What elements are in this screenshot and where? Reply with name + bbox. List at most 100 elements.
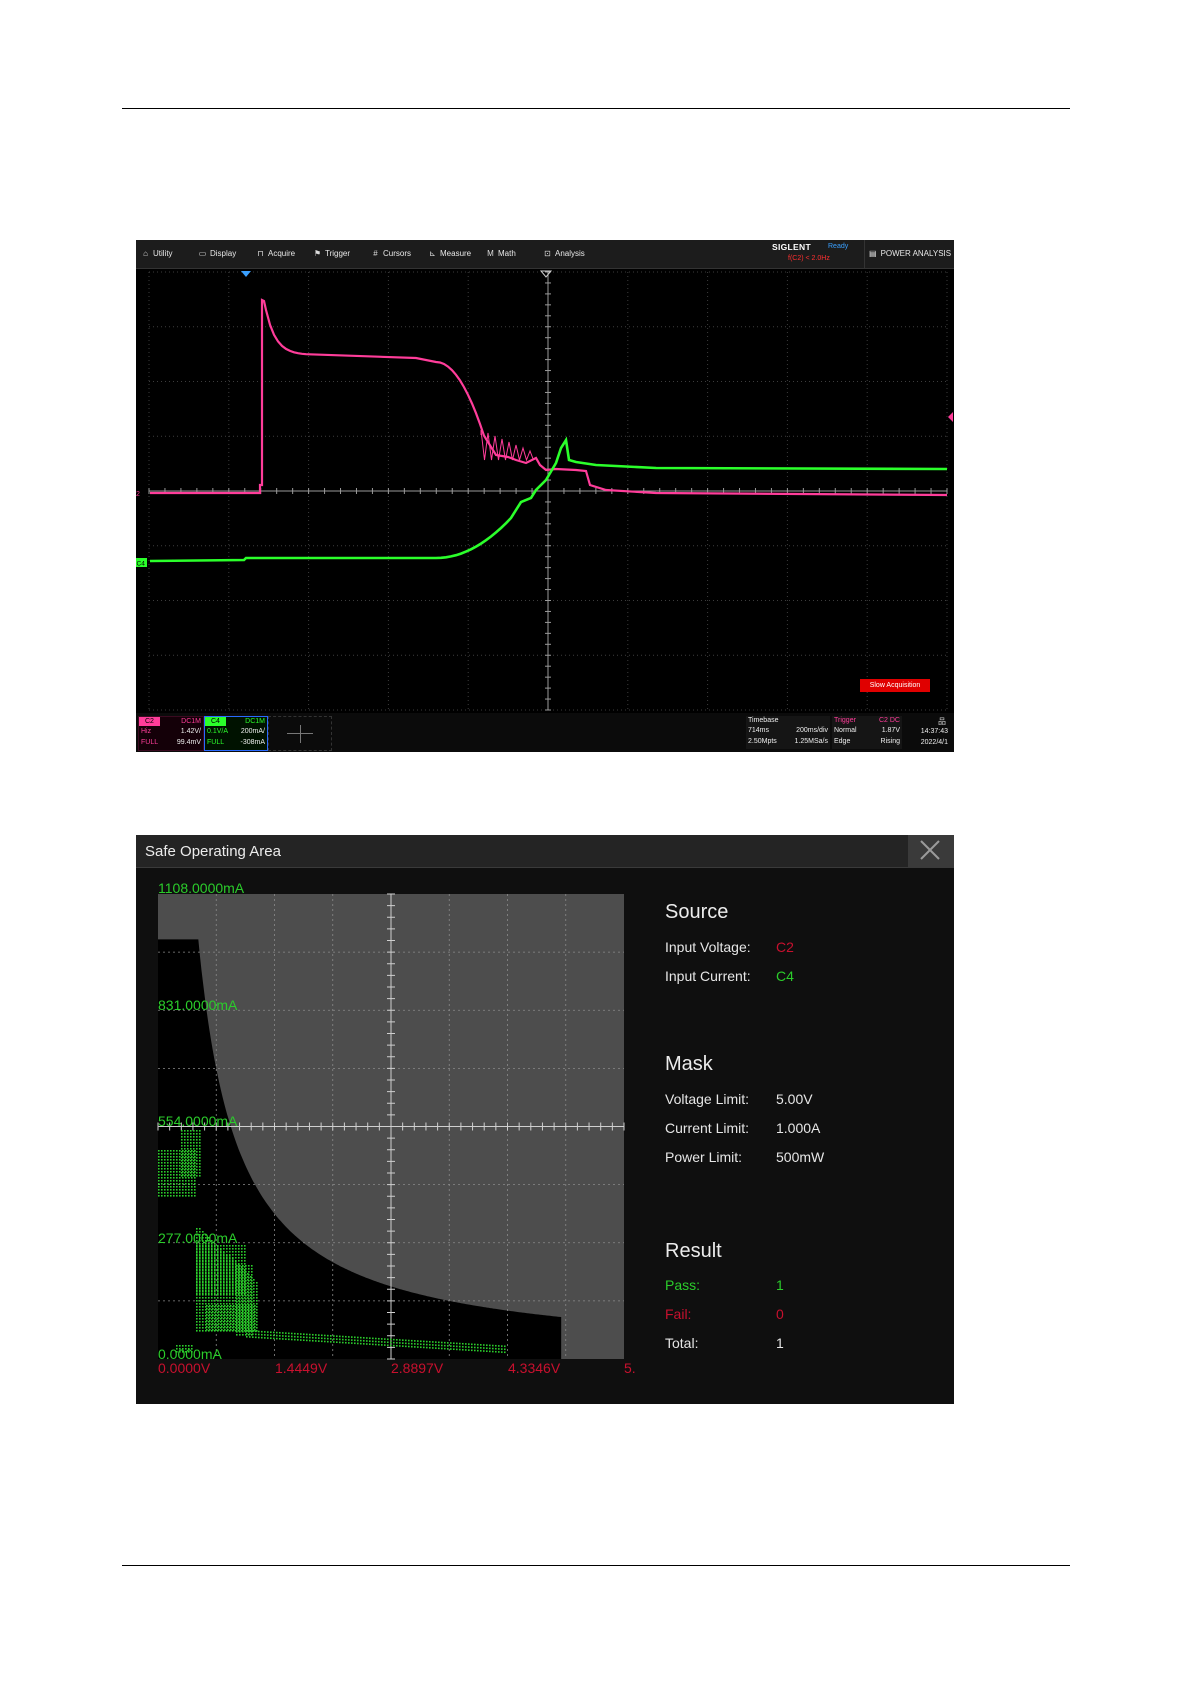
soa-trajectory-point bbox=[220, 1282, 222, 1284]
soa-trajectory-point bbox=[399, 1345, 401, 1347]
soa-trajectory-point bbox=[226, 1306, 228, 1308]
soa-trajectory-point bbox=[411, 1342, 413, 1345]
soa-trajectory-point bbox=[244, 1270, 246, 1272]
soa-trajectory-point bbox=[161, 1168, 163, 1170]
soa-trajectory-point bbox=[196, 1157, 198, 1159]
menu-acquire[interactable]: ⊓ Acquire bbox=[256, 240, 295, 268]
soa-trajectory-point bbox=[229, 1264, 231, 1266]
soa-trajectory-point bbox=[492, 1350, 494, 1353]
soa-trajectory-point bbox=[202, 1282, 204, 1284]
soa-trajectory-point bbox=[256, 1315, 258, 1317]
menu-label: Acquire bbox=[268, 249, 296, 258]
soa-trajectory-point bbox=[351, 1339, 353, 1341]
soa-trajectory-point bbox=[315, 1334, 317, 1336]
soa-trajectory-point bbox=[214, 1315, 216, 1317]
soa-trajectory-point bbox=[393, 1338, 395, 1341]
menu-math[interactable]: M Math bbox=[486, 240, 516, 268]
soa-trajectory-point bbox=[176, 1162, 178, 1164]
soa-trajectory-point bbox=[205, 1267, 207, 1269]
menu-utility[interactable]: ⌂ Utility bbox=[141, 240, 172, 268]
soa-trajectory-point bbox=[199, 1303, 201, 1305]
soa-trajectory-point bbox=[232, 1303, 234, 1305]
timebase-info[interactable]: Timebase 714ms 200ms/div 2.50Mpts 1.25MSa/… bbox=[746, 716, 830, 749]
soa-trajectory-point bbox=[232, 1312, 234, 1314]
soa-trajectory-point bbox=[402, 1345, 404, 1347]
menu-measure[interactable]: ⊾ Measure bbox=[428, 240, 471, 268]
soa-trajectory-point bbox=[170, 1180, 172, 1182]
soa-trajectory-point bbox=[217, 1291, 219, 1293]
soa-trajectory-point bbox=[196, 1300, 198, 1302]
soa-trajectory-point bbox=[208, 1291, 210, 1293]
soa-trajectory-point bbox=[294, 1338, 296, 1341]
soa-trajectory-point bbox=[181, 1151, 183, 1153]
soa-trajectory-point bbox=[235, 1270, 237, 1272]
soa-trajectory-point bbox=[229, 1255, 231, 1257]
soa-trajectory-point bbox=[158, 1183, 160, 1185]
soa-trajectory-point bbox=[232, 1282, 234, 1284]
soa-trajectory-point bbox=[173, 1165, 175, 1167]
soa-trajectory-point bbox=[372, 1343, 374, 1346]
menu-display[interactable]: ▭ Display bbox=[198, 240, 237, 268]
power-analysis-button[interactable]: ▤ POWER ANALYSIS bbox=[864, 240, 951, 268]
soa-trajectory-point bbox=[232, 1251, 234, 1253]
soa-trajectory-point bbox=[241, 1297, 243, 1299]
ch2-offset-marker: 2 bbox=[136, 491, 140, 498]
soa-trajectory-point bbox=[232, 1267, 234, 1269]
trigger-info[interactable]: Trigger C2 DC Normal 1.87V Edge Rising bbox=[832, 716, 902, 749]
soa-trajectory-point bbox=[196, 1169, 198, 1171]
soa-trajectory-point bbox=[238, 1254, 240, 1256]
soa-trajectory-point bbox=[220, 1285, 222, 1287]
soa-trajectory-point bbox=[220, 1279, 222, 1281]
soa-trajectory-point bbox=[253, 1294, 255, 1296]
soa-trajectory-point bbox=[199, 1318, 201, 1320]
soa-trajectory-point bbox=[188, 1180, 190, 1182]
soa-trajectory-point bbox=[245, 1265, 247, 1267]
plus-icon-vertical bbox=[300, 725, 301, 743]
soa-trajectory-point bbox=[495, 1344, 497, 1347]
ch4-info[interactable]: C4 DC1M 0.1V/A 200mA/ FULL -308mA bbox=[204, 716, 268, 751]
soa-trajectory-point bbox=[211, 1267, 213, 1269]
soa-trajectory-point bbox=[264, 1331, 266, 1333]
soa-trajectory-point bbox=[214, 1249, 216, 1251]
soa-trajectory-point bbox=[205, 1270, 207, 1272]
soa-trajectory-point bbox=[199, 1169, 201, 1171]
add-channel-button[interactable] bbox=[268, 716, 332, 751]
soa-trajectory-point bbox=[196, 1142, 198, 1144]
soa-trajectory-point bbox=[161, 1174, 163, 1176]
ch4-offset-marker: C4 bbox=[137, 561, 146, 568]
soa-trajectory-point bbox=[420, 1343, 422, 1346]
soa-trajectory-point bbox=[241, 1330, 243, 1332]
menu-analysis[interactable]: ⊡ Analysis bbox=[543, 240, 585, 268]
soa-trajectory-point bbox=[214, 1306, 216, 1308]
soa-trajectory-point bbox=[181, 1157, 183, 1159]
soa-trajectory-point bbox=[199, 1327, 201, 1329]
soa-trajectory-point bbox=[196, 1297, 198, 1299]
soa-trajectory-point bbox=[504, 1348, 506, 1351]
soa-trajectory-point bbox=[161, 1186, 163, 1188]
soa-trajectory-point bbox=[226, 1251, 228, 1253]
menu-cursors[interactable]: # Cursors bbox=[371, 240, 411, 268]
soa-trajectory-point bbox=[205, 1279, 207, 1281]
soa-trajectory-point bbox=[167, 1168, 169, 1170]
soa-trajectory-point bbox=[255, 1330, 257, 1333]
soa-trajectory-point bbox=[232, 1324, 234, 1326]
soa-trajectory-point bbox=[196, 1318, 198, 1320]
soa-trajectory-point bbox=[226, 1318, 228, 1320]
soa-trajectory-point bbox=[238, 1257, 240, 1259]
soa-trajectory-point bbox=[217, 1264, 219, 1266]
menu-label: Measure bbox=[440, 249, 472, 258]
close-button[interactable] bbox=[908, 835, 954, 867]
soa-trajectory-point bbox=[188, 1183, 190, 1185]
ch2-info[interactable]: C2 DC1M Hiz 1.42V/ FULL 99.4mV bbox=[138, 716, 204, 751]
soa-trajectory-point bbox=[199, 1291, 201, 1293]
soa-trajectory-point bbox=[179, 1165, 181, 1167]
soa-trajectory-point bbox=[247, 1285, 249, 1287]
soa-trajectory-point bbox=[223, 1258, 225, 1260]
menu-trigger[interactable]: ⚑ Trigger bbox=[313, 240, 350, 268]
soa-trajectory-point bbox=[250, 1297, 252, 1299]
soa-trajectory-point bbox=[167, 1189, 169, 1191]
soa-trajectory-point bbox=[199, 1157, 201, 1159]
x-tick-label: 0.0000V bbox=[158, 1360, 211, 1376]
soa-trajectory-point bbox=[196, 1154, 198, 1156]
soa-trajectory-point bbox=[214, 1279, 216, 1281]
